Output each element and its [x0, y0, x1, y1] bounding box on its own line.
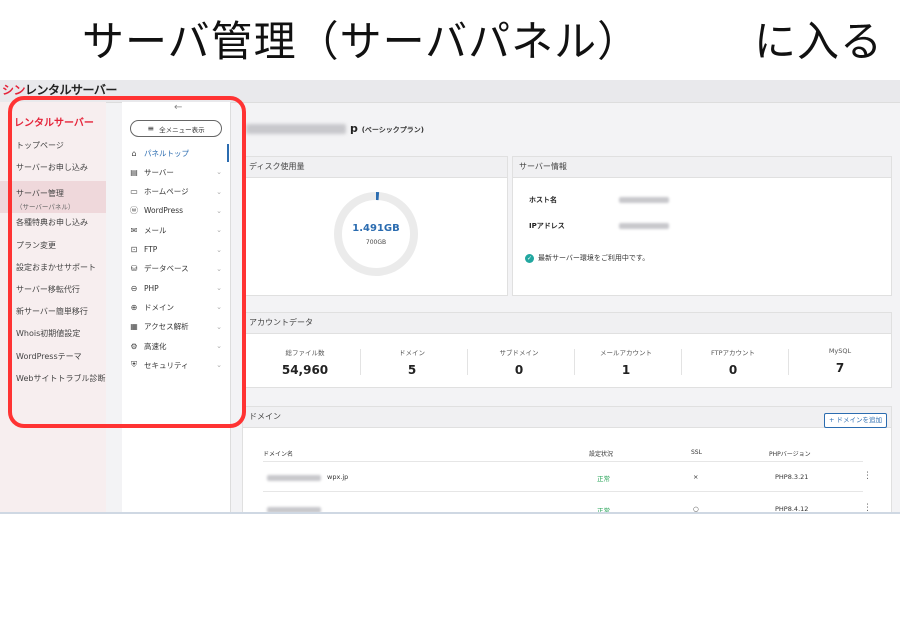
account-data-title: アカウントデータ: [243, 313, 891, 334]
page-heading: サーバ管理（サーバパネル） に入る: [82, 8, 892, 74]
heading-right: に入る: [754, 17, 884, 66]
host-value-redacted: [619, 197, 669, 203]
stat-label: FTPアカウント: [710, 349, 755, 357]
domain-status: 正常: [597, 475, 610, 483]
stat-value: 0: [514, 363, 524, 377]
th-domain-name: ドメイン名: [263, 451, 294, 458]
stat-divider: [574, 349, 575, 375]
stat-label: ドメイン: [399, 349, 425, 357]
add-domain-button[interactable]: + ドメインを追加: [823, 413, 887, 428]
th-php-version: PHPバージョン: [769, 451, 811, 458]
plan-domain-suffix: p: [350, 122, 358, 135]
server-info-card: サーバー情報 ホスト名 IPアドレス ✓ 最新サーバー環境をご利用中です。: [512, 156, 892, 296]
disk-usage-ring: 1.491GB 700GB: [331, 189, 421, 279]
stat-value: 54,960: [281, 363, 329, 377]
server-status-text: 最新サーバー環境をご利用中です。: [538, 254, 650, 262]
ip-label: IPアドレス: [529, 222, 565, 230]
table-divider: [263, 491, 863, 492]
redacted-domain: [246, 124, 346, 134]
disk-used-value: 1.491GB: [352, 223, 400, 234]
account-stat: FTPアカウント 0: [681, 347, 785, 377]
ssl-status: ○: [693, 505, 699, 513]
kebab-menu-icon[interactable]: ⋮: [863, 471, 872, 481]
account-stat: 総ファイル数 54,960: [253, 347, 357, 377]
server-status: ✓ 最新サーバー環境をご利用中です。: [525, 253, 649, 263]
th-ssl: SSL: [691, 449, 702, 456]
stat-label: サブドメイン: [499, 349, 539, 357]
stat-value: 0: [728, 363, 738, 377]
logo-text: レンタルサーバー: [25, 83, 117, 97]
domain-status: 正常: [597, 507, 610, 514]
domain-card: ドメイン + ドメインを追加 ドメイン名 設定状況 SSL PHPバージョン w…: [242, 406, 892, 514]
domain-name-redacted: [267, 507, 321, 512]
stat-divider: [681, 349, 682, 375]
php-version: PHP8.4.12: [775, 505, 809, 513]
php-version: PHP8.3.21: [775, 473, 809, 481]
domain-name-suffix: wpx.jp: [327, 473, 349, 481]
disk-usage-title: ディスク使用量: [243, 157, 507, 178]
stat-divider: [467, 349, 468, 375]
stat-value: 5: [407, 363, 417, 377]
ip-value-redacted: [619, 223, 669, 229]
account-stat: サブドメイン 0: [467, 347, 571, 377]
stat-label: メールアカウント: [600, 349, 652, 357]
plan-title: p (ベーシックプラン): [246, 122, 424, 135]
plan-label: (ベーシックプラン): [361, 126, 424, 134]
disk-usage-card: ディスク使用量 1.491GB 700GB: [242, 156, 508, 296]
stat-label: 総ファイル数: [285, 349, 325, 357]
check-icon: ✓: [525, 253, 534, 263]
domain-name-redacted: [267, 475, 321, 481]
stat-label: MySQL: [828, 347, 852, 355]
disk-total-value: 700GB: [365, 239, 387, 246]
kebab-menu-icon[interactable]: ⋮: [863, 503, 872, 512]
heading-left: サーバ管理（サーバパネル）: [82, 17, 641, 66]
stat-value: 7: [835, 361, 845, 375]
th-status: 設定状況: [589, 451, 614, 458]
account-stat: ドメイン 5: [360, 347, 464, 377]
stat-divider: [788, 349, 789, 375]
stat-value: 1: [621, 363, 631, 377]
account-stat: メールアカウント 1: [574, 347, 678, 377]
ssl-status: ×: [693, 473, 699, 481]
logo-accent: シン: [2, 83, 26, 97]
domain-title: ドメイン: [243, 407, 891, 428]
disk-ring-track: [334, 192, 418, 276]
server-info-title: サーバー情報: [513, 157, 891, 178]
table-divider: [263, 461, 863, 462]
highlight-frame: [8, 96, 246, 428]
main-content: p (ベーシックプラン) ディスク使用量 1.491GB 700GB サーバー情…: [238, 102, 900, 512]
account-data-card: アカウントデータ 総ファイル数 54,960 ドメイン 5 サブドメイン 0 メールアカウン…: [242, 312, 892, 388]
account-stat: MySQL 7: [788, 347, 892, 375]
stat-divider: [360, 349, 361, 375]
host-label: ホスト名: [529, 196, 557, 204]
disk-ring-svg: [334, 192, 418, 276]
